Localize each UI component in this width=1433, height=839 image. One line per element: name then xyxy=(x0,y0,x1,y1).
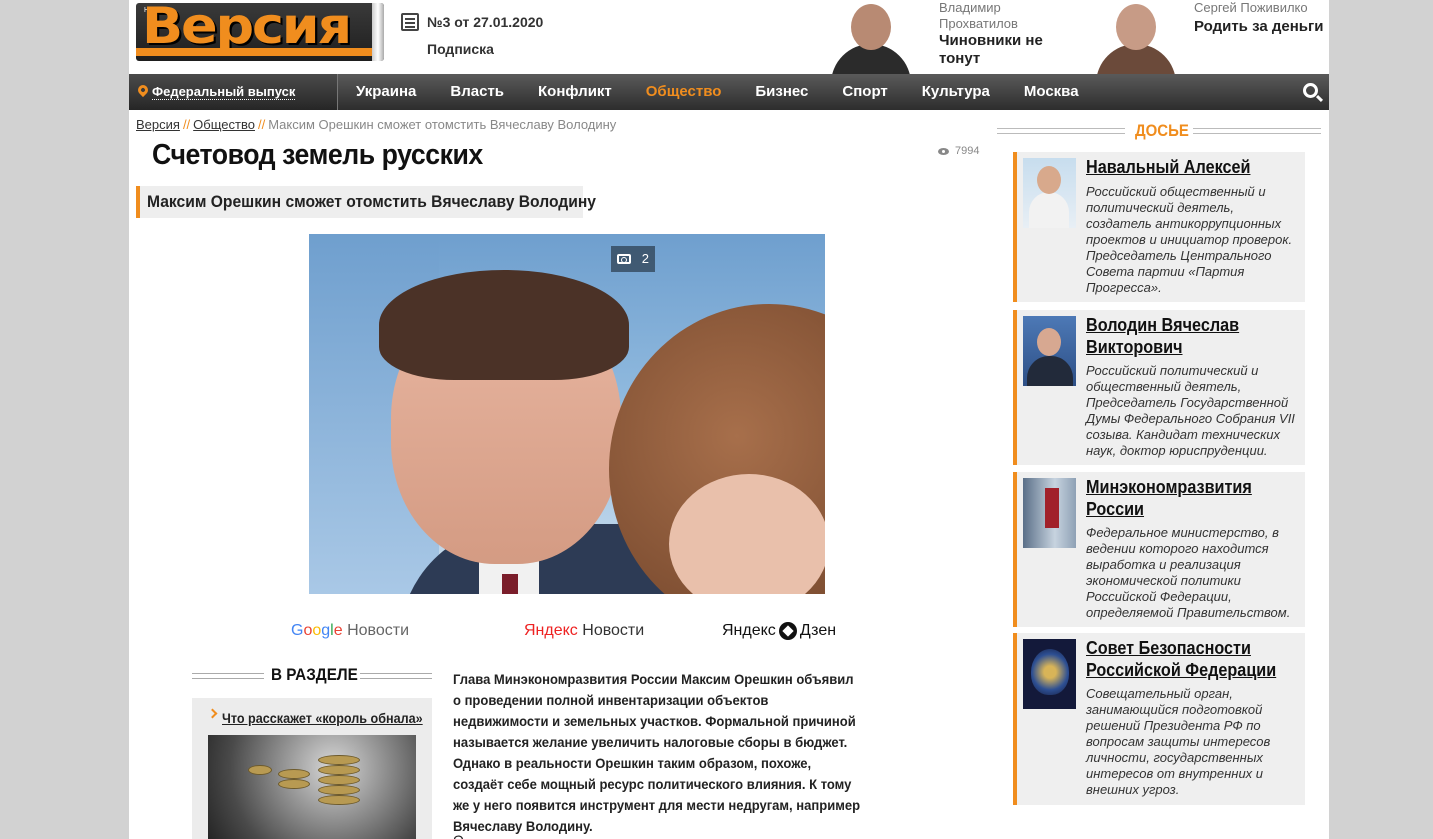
article-title: Счетовод земель русских xyxy=(152,139,483,171)
in-section-title: В РАЗДЕЛЕ xyxy=(271,665,358,684)
article-subtitle: Максим Орешкин сможет отомстить Вячеслав… xyxy=(147,192,596,211)
author-column-title[interactable]: Чиновники не тонут xyxy=(939,32,1049,68)
main-nav: Федеральный выпуск Украина Власть Конфли… xyxy=(129,74,1329,110)
search-icon[interactable] xyxy=(1303,83,1318,98)
breadcrumb-home[interactable]: Версия xyxy=(136,117,180,132)
article-subtitle-box: Максим Орешкин сможет отомстить Вячеслав… xyxy=(136,186,596,218)
author-photo[interactable] xyxy=(819,0,923,74)
breadcrumb-current: Максим Орешкин сможет отомстить Вячеслав… xyxy=(268,117,617,132)
nav-item-ukraine[interactable]: Украина xyxy=(339,74,433,110)
chevron-right-icon xyxy=(207,708,218,719)
issue-number[interactable]: №3 от 27.01.2020 xyxy=(427,14,543,30)
nav-item-moscow[interactable]: Москва xyxy=(1007,74,1096,110)
article-photo[interactable] xyxy=(309,234,825,594)
dossier-card[interactable]: Минэкономразвития России Федеральное мин… xyxy=(1013,472,1305,627)
article-body-continuation: О xyxy=(453,832,473,839)
author-photo[interactable] xyxy=(1084,0,1188,74)
related-article-card[interactable]: Что расскажет «король обнала» xyxy=(192,698,432,839)
author-name[interactable]: Владимир Прохватилов xyxy=(939,0,1049,32)
newspaper-icon xyxy=(401,13,419,31)
dossier-name[interactable]: Володин Вячеслав Викторович xyxy=(1086,314,1280,358)
article-lead: Глава Минэкономразвития России Максим Ор… xyxy=(453,671,861,834)
dossier-description: Российский общественный и политический д… xyxy=(1086,184,1293,295)
dossier-thumbnail[interactable] xyxy=(1023,639,1076,709)
nav-item-conflict[interactable]: Конфликт xyxy=(521,74,629,110)
news-aggregator-links: Google Новости Яндекс Новости Яндекс Дзен xyxy=(289,620,849,644)
site-logo[interactable]: НАША Версия xyxy=(136,3,384,61)
nav-items: Украина Власть Конфликт Общество Бизнес … xyxy=(339,74,1096,110)
dossier-thumbnail[interactable] xyxy=(1023,316,1076,386)
dossier-heading: ДОСЬЕ xyxy=(997,121,1321,141)
related-article-image[interactable] xyxy=(208,735,416,839)
logo-paper-edge xyxy=(372,3,384,61)
dossier-card[interactable]: Совет Безопасности Российской Федерации … xyxy=(1013,633,1305,805)
region-selector[interactable]: Федеральный выпуск xyxy=(129,74,338,110)
dossier-card[interactable]: Навальный Алексей Российский общественны… xyxy=(1013,152,1305,302)
dossier-thumbnail[interactable] xyxy=(1023,158,1076,228)
nav-item-culture[interactable]: Культура xyxy=(905,74,1007,110)
dossier-name[interactable]: Совет Безопасности Российской Федерации xyxy=(1086,637,1280,681)
dossier-thumbnail[interactable] xyxy=(1023,478,1076,548)
eye-icon xyxy=(938,147,949,155)
dossier-title: ДОСЬЕ xyxy=(1135,121,1189,140)
region-label: Федеральный выпуск xyxy=(152,84,296,100)
breadcrumb-separator: // xyxy=(182,117,191,132)
breadcrumb-section[interactable]: Общество xyxy=(193,117,255,132)
location-pin-icon xyxy=(135,82,151,98)
dossier-description: Российский политический и общественный д… xyxy=(1086,363,1295,458)
yandex-zen-link[interactable]: Яндекс Дзен xyxy=(722,622,836,640)
breadcrumb: Версия//Общество//Максим Орешкин сможет … xyxy=(136,117,616,132)
dossier-name[interactable]: Навальный Алексей xyxy=(1086,156,1280,178)
photo-gallery-counter[interactable]: 2 xyxy=(611,246,655,272)
dossier-name[interactable]: Минэкономразвития России xyxy=(1086,476,1280,520)
nav-item-society[interactable]: Общество xyxy=(629,74,739,110)
zen-icon xyxy=(778,622,797,640)
view-counter: 7994 xyxy=(938,145,979,157)
page: НАША Версия №3 от 27.01.2020 Подписка Вл… xyxy=(129,0,1329,839)
nav-item-power[interactable]: Власть xyxy=(433,74,521,110)
subscribe-link[interactable]: Подписка xyxy=(427,41,494,57)
author-name[interactable]: Сергей Поживилко xyxy=(1194,0,1324,16)
author-column-title[interactable]: Родить за деньги xyxy=(1194,18,1329,36)
view-count: 7994 xyxy=(955,145,980,157)
nav-item-business[interactable]: Бизнес xyxy=(738,74,825,110)
camera-icon xyxy=(617,254,631,264)
dossier-description: Федеральное министерство, в ведении кото… xyxy=(1086,525,1291,620)
dossier-description: Совещательный орган, занимающийся подгот… xyxy=(1086,686,1271,797)
nav-item-sport[interactable]: Спорт xyxy=(825,74,904,110)
dossier-card[interactable]: Володин Вячеслав Викторович Российский п… xyxy=(1013,310,1305,465)
breadcrumb-separator: // xyxy=(257,117,266,132)
related-article-title[interactable]: Что расскажет «король обнала» xyxy=(222,710,423,726)
google-news-link[interactable]: Google Новости xyxy=(291,622,409,640)
photo-count: 2 xyxy=(641,251,649,266)
in-section-heading: В РАЗДЕЛЕ xyxy=(192,664,432,688)
logo-strip xyxy=(136,48,384,56)
yandex-news-link[interactable]: Яндекс Новости xyxy=(524,622,644,640)
